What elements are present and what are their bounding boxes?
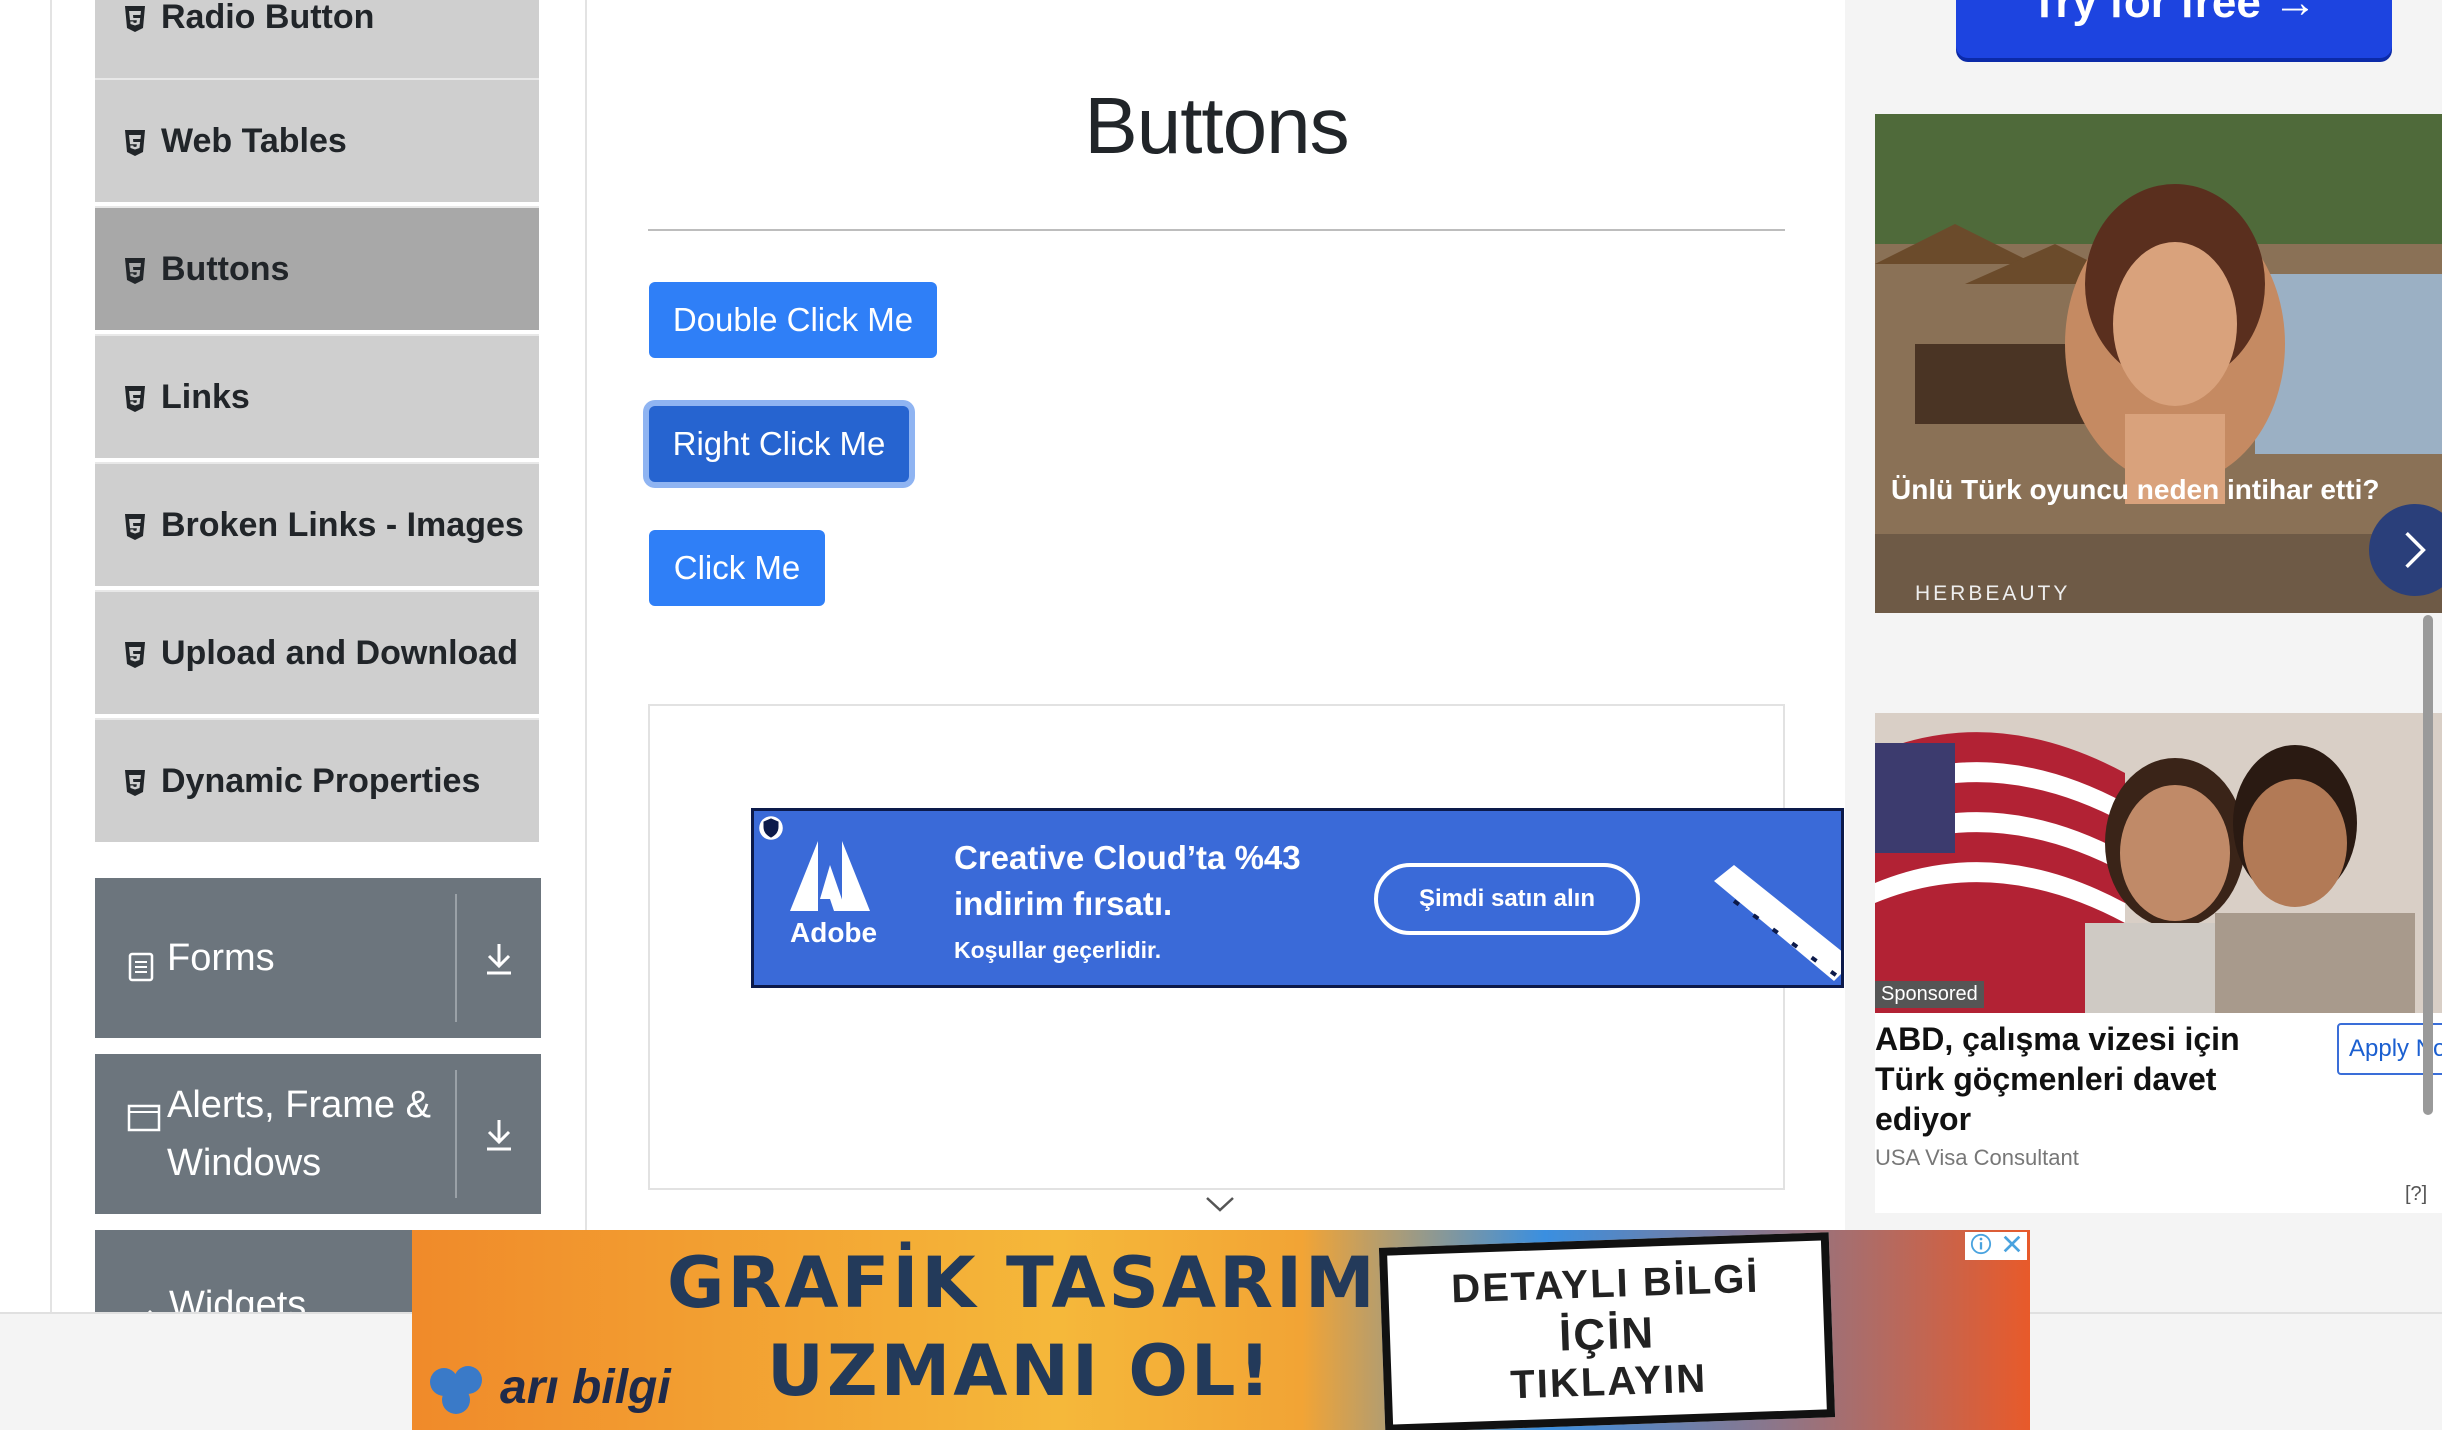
- ad-shield-icon: [758, 813, 784, 848]
- html5-icon: [123, 767, 147, 796]
- info-icon[interactable]: [1970, 1233, 1992, 1260]
- download-icon[interactable]: [457, 940, 541, 976]
- banner-line2: UZMANI OL!: [767, 1330, 1274, 1412]
- sidebar-item-label: Links: [161, 377, 250, 416]
- adobe-buy-button[interactable]: Şimdi satın alın: [1374, 863, 1640, 935]
- divider: [648, 229, 1785, 231]
- download-icon[interactable]: [457, 1116, 541, 1152]
- adobe-ad-line2: indirim fırsatı.: [954, 885, 1173, 922]
- sidebar-item-label: Dynamic Properties: [161, 761, 481, 800]
- sidebar-item-label: Broken Links - Images: [161, 505, 524, 544]
- sponsored-badge: Sponsored: [1875, 981, 1984, 1008]
- sidebar-item-broken-links[interactable]: Broken Links - Images: [95, 462, 539, 586]
- form-icon: [127, 942, 155, 982]
- sidebar-item-upload-download[interactable]: Upload and Download: [95, 590, 539, 714]
- sidebar-border: [50, 0, 52, 1312]
- herbeauty-caption: Ünlü Türk oyuncu neden intihar etti?: [1891, 474, 2380, 505]
- sidebar-item-links[interactable]: Links: [95, 334, 539, 458]
- chevron-down-icon[interactable]: [1204, 1194, 1236, 1219]
- herbeauty-ad[interactable]: Ünlü Türk oyuncu neden intihar etti? HER…: [1875, 114, 2442, 613]
- ad-photo: [1875, 114, 2442, 613]
- sidebar-item-buttons[interactable]: Buttons: [95, 206, 539, 330]
- html5-icon: [123, 511, 147, 540]
- sidebar-group-label: Alerts, Frame &: [167, 1084, 431, 1126]
- adobe-brand: Adobe: [790, 917, 878, 948]
- adobe-logo-icon: [790, 841, 870, 916]
- ad-photo: [1875, 713, 2442, 1013]
- sidebar-group-label: Forms: [167, 937, 275, 979]
- sidebar-item-label: Upload and Download: [161, 633, 518, 672]
- sidebar-item-radio-button[interactable]: Radio Button: [95, 0, 539, 78]
- html5-icon: [123, 383, 147, 412]
- visa-ad-headline[interactable]: ABD, çalışma vizesi için Türk göçmenleri…: [1875, 1019, 2295, 1139]
- arı-bilgi-ad-banner[interactable]: GRAFİK TASARIM UZMANI OL! arı bilgi DETA…: [412, 1230, 2030, 1430]
- window-icon: [127, 1092, 161, 1132]
- sidebar-item-dynamic-properties[interactable]: Dynamic Properties: [95, 718, 539, 842]
- adobe-ad-headline: Creative Cloud’ta %43 indirim fırsatı.: [954, 835, 1301, 927]
- sidebar-group-label-line2: Windows: [167, 1142, 322, 1184]
- sidebar-item-label: Buttons: [161, 249, 290, 288]
- sidebar-group-alerts[interactable]: Alerts, Frame & Windows: [95, 1054, 541, 1214]
- visa-ad-source: USA Visa Consultant: [1875, 1145, 2079, 1170]
- sidebar-border-right: [585, 0, 587, 1312]
- ari-bilgi-logo-icon: [424, 1360, 494, 1425]
- right-click-button[interactable]: Right Click Me: [649, 406, 909, 482]
- try-free-button[interactable]: Try for free →: [1956, 0, 2392, 58]
- scrollbar[interactable]: [2423, 615, 2433, 1115]
- sidebar-item-web-tables[interactable]: Web Tables: [95, 78, 539, 202]
- banner-brand: arı bilgi: [500, 1361, 671, 1414]
- close-icon[interactable]: [2001, 1233, 2023, 1260]
- html5-icon: [123, 127, 147, 156]
- ad-help-link[interactable]: [?]: [2405, 1183, 2427, 1206]
- sidebar-item-label: Web Tables: [161, 121, 347, 160]
- visa-ad[interactable]: Sponsored ABD, çalışma vizesi için Türk …: [1875, 713, 2442, 1213]
- double-click-button[interactable]: Double Click Me: [649, 282, 937, 358]
- adobe-ad-line1: Creative Cloud’ta %43: [954, 839, 1301, 876]
- page-title: Buttons: [1084, 81, 1349, 170]
- html5-icon: [123, 639, 147, 668]
- sidebar-item-label: Radio Button: [161, 0, 375, 36]
- html5-icon: [123, 255, 147, 284]
- banner-line1: GRAFİK TASARIM: [667, 1242, 1378, 1324]
- ad-choices[interactable]: [1965, 1232, 2027, 1260]
- adobe-ad-note: Koşullar geçerlidir.: [954, 937, 1162, 963]
- adobe-ad-banner[interactable]: Adobe Creative Cloud’ta %43 indirim fırs…: [751, 808, 1844, 988]
- sidebar-group-forms[interactable]: Forms: [95, 878, 541, 1038]
- html5-icon: [123, 3, 147, 32]
- banner-cta-box[interactable]: DETAYLI BİLGİ İÇİN TIKLAYIN: [1378, 1232, 1836, 1430]
- adobe-ad-graphic: [1714, 851, 1841, 985]
- herbeauty-brand: HERBEAUTY: [1915, 582, 2071, 605]
- click-button[interactable]: Click Me: [649, 530, 825, 606]
